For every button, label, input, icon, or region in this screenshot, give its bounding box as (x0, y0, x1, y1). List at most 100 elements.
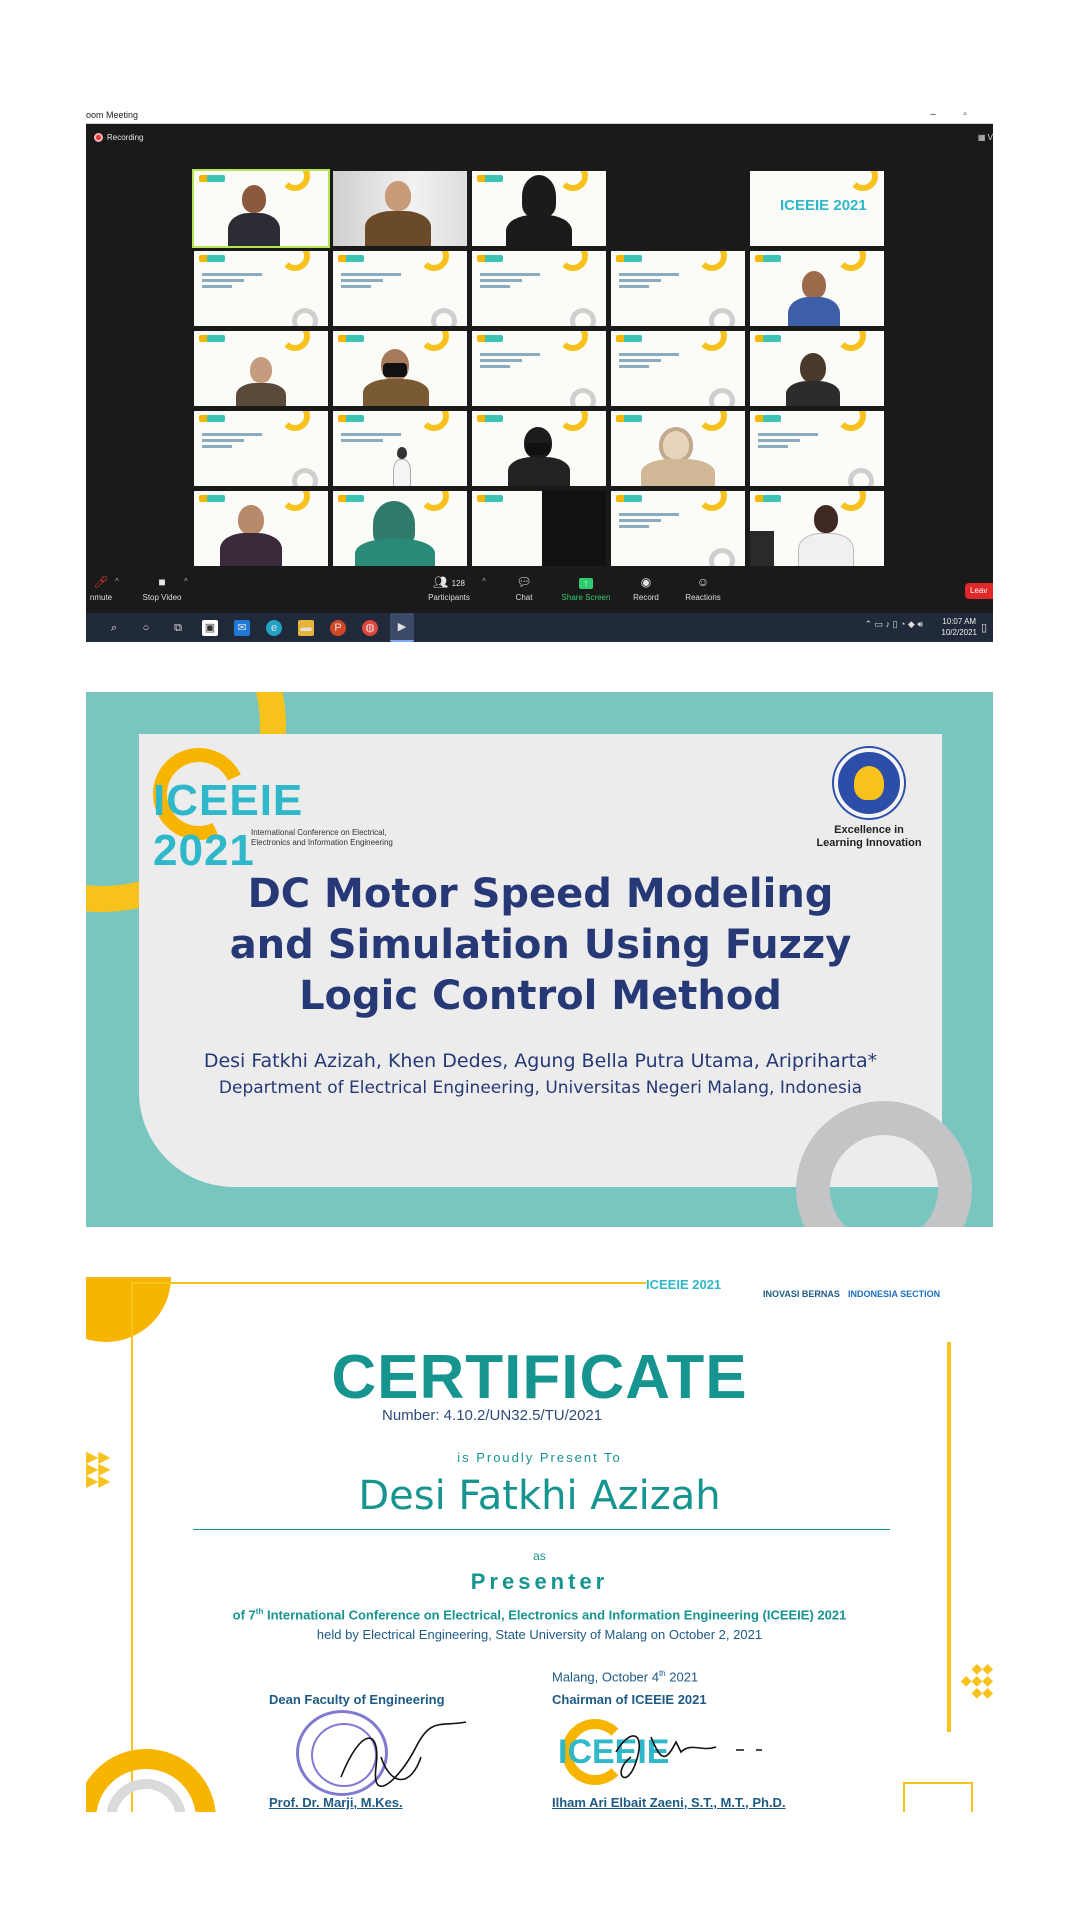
restore-icon[interactable]: ▫ (958, 108, 972, 122)
video-tile[interactable] (611, 411, 745, 486)
search-icon[interactable]: ⌕ (106, 620, 122, 636)
video-tile[interactable] (333, 331, 467, 406)
share-screen-label: Share Screen (561, 593, 611, 602)
task-view-icon[interactable]: ⧉ (170, 620, 186, 636)
video-tile[interactable] (611, 251, 745, 326)
triangle-pattern-decoration: ◆◆ ◆◆◆ ◆◆ (960, 1660, 993, 1700)
video-tile[interactable] (194, 491, 328, 566)
stop-video-label: Stop Video (142, 593, 182, 602)
participants-button[interactable]: 👥︎ 128 Participants (421, 573, 477, 602)
taskbar-clock[interactable]: 10:07 AM 10/2/2021 (941, 616, 977, 638)
signer-1-role: Dean Faculty of Engineering (269, 1692, 445, 1707)
video-tile[interactable] (333, 411, 467, 486)
microphone-muted-icon: 🎤︎ (93, 575, 109, 589)
presented-to-text: is Proudly Present To (457, 1450, 622, 1465)
logo-text: ICEEIE 2021 (153, 776, 304, 875)
date-prefix: Malang, October 4 (552, 1669, 659, 1685)
video-tile[interactable] (472, 251, 606, 326)
video-options-caret-icon[interactable]: ^ (184, 577, 188, 586)
cortana-icon[interactable]: ○ (138, 620, 154, 636)
video-tile[interactable] (611, 331, 745, 406)
zoom-app-icon[interactable]: ▶ (390, 613, 414, 642)
video-tile[interactable]: ICEEIE 2021 (750, 171, 884, 246)
slide-title: DC Motor Speed Modeling and Simulation U… (229, 871, 852, 1019)
header-logo-inovasi: INOVASI BERNAS (763, 1289, 840, 1299)
as-text: as (533, 1549, 546, 1563)
held-by-text: held by Electrical Engineering, State Un… (316, 1627, 763, 1642)
video-camera-icon: ■ (158, 575, 166, 589)
header-logos: ICEEIE 2021 INOVASI BERNAS INDONESIA SEC… (638, 1277, 978, 1303)
window-title: oom Meeting (86, 110, 139, 120)
chat-label: Chat (515, 593, 533, 602)
video-tile[interactable] (472, 491, 606, 566)
recipient-name: Desi Fatkhi Azizah (358, 1473, 721, 1519)
video-tile[interactable] (750, 331, 884, 406)
record-icon: ◉ (640, 575, 652, 589)
edge-browser-icon[interactable]: e (266, 620, 282, 636)
university-logo: Excellence in Learning Innovation (814, 748, 924, 850)
chat-bubble-icon: 💬︎ (516, 575, 532, 589)
zoom-meeting-screenshot: oom Meeting – ▫ Recording ▦ V ICEEIE 202… (86, 107, 993, 642)
clock-time: 10:07 AM (942, 617, 977, 626)
video-tile[interactable] (194, 331, 328, 406)
corner-decoration (86, 1277, 171, 1342)
outline-decoration (903, 1782, 973, 1812)
record-button[interactable]: ◉ Record (626, 573, 666, 602)
powerpoint-icon[interactable]: P (330, 620, 346, 636)
participant-count: 128 (451, 579, 465, 588)
mail-icon[interactable]: ✉ (234, 620, 250, 636)
signer-1-name: Prof. Dr. Marji, M.Kes. (269, 1795, 403, 1810)
file-explorer-icon[interactable]: ▬ (298, 620, 314, 636)
gray-arc-decoration (796, 1101, 972, 1227)
unmute-label: nmute (89, 593, 113, 602)
signer-2-role: Chairman of ICEEIE 2021 (552, 1692, 707, 1707)
reactions-button[interactable]: ☺ Reactions (678, 573, 728, 602)
video-tile[interactable] (194, 411, 328, 486)
notifications-icon[interactable]: ▯ (979, 620, 989, 636)
iceeie-tile-label: ICEEIE 2021 (780, 197, 867, 214)
share-screen-icon: ↑ (556, 575, 616, 589)
view-button[interactable]: ▦ V (978, 133, 993, 142)
gallery-grid: ICEEIE 2021 (192, 169, 884, 567)
participants-icon: 👥︎ 128 (433, 575, 465, 589)
video-tile[interactable] (750, 411, 884, 486)
video-tile[interactable] (472, 171, 606, 246)
record-label: Record (633, 593, 659, 602)
slide-authors: Desi Fatkhi Azizah, Khen Dedes, Agung Be… (203, 1050, 878, 1072)
video-tile[interactable] (333, 251, 467, 326)
unmute-button[interactable]: 🎤︎ nmute (86, 573, 116, 602)
conference-prefix: of 7 (232, 1607, 256, 1623)
university-seal-icon (834, 748, 904, 818)
store-icon[interactable]: ▣ (202, 620, 218, 636)
video-tile[interactable] (472, 411, 606, 486)
meeting-toolbar: 🎤︎ nmute ^ ■ Stop Video ^ 👥︎ 128 Partici… (86, 573, 993, 613)
iceeie-logo: ICEEIE 2021 International Conference on … (140, 735, 413, 875)
chrome-icon[interactable]: ◍ (362, 620, 378, 636)
recording-indicator[interactable]: Recording (94, 133, 143, 142)
record-dot-icon (94, 133, 103, 142)
date-ordinal: th (658, 1669, 666, 1678)
video-tile[interactable] (194, 251, 328, 326)
frame-line (131, 1282, 646, 1284)
video-tile[interactable] (750, 251, 884, 326)
chat-button[interactable]: 💬︎ Chat (504, 573, 544, 602)
video-tile[interactable] (333, 171, 467, 246)
video-tile[interactable] (192, 169, 330, 248)
video-tile[interactable] (333, 491, 467, 566)
audio-options-caret-icon[interactable]: ^ (115, 577, 119, 586)
stop-video-button[interactable]: ■ Stop Video (132, 573, 192, 602)
header-logo-ieee: INDONESIA SECTION (848, 1289, 941, 1299)
video-tile[interactable] (611, 491, 745, 566)
video-tile[interactable] (750, 491, 884, 566)
video-tile[interactable] (472, 331, 606, 406)
university-tagline: Excellence in Learning Innovation (816, 824, 922, 849)
share-screen-button[interactable]: ↑ Share Screen (556, 573, 616, 602)
participants-caret-icon[interactable]: ^ (482, 577, 486, 586)
minimize-icon[interactable]: – (926, 108, 940, 122)
system-tray-icons[interactable]: ⌃ ▭ ♪ ▯ ◔ ◆ 🔊︎ (864, 619, 923, 630)
signature-2 (615, 1735, 762, 1779)
leave-button[interactable]: Leav (965, 583, 993, 599)
zoom-title-bar: oom Meeting – ▫ (86, 107, 993, 124)
video-tile-empty[interactable] (611, 171, 745, 246)
clock-date: 10/2/2021 (941, 628, 977, 637)
